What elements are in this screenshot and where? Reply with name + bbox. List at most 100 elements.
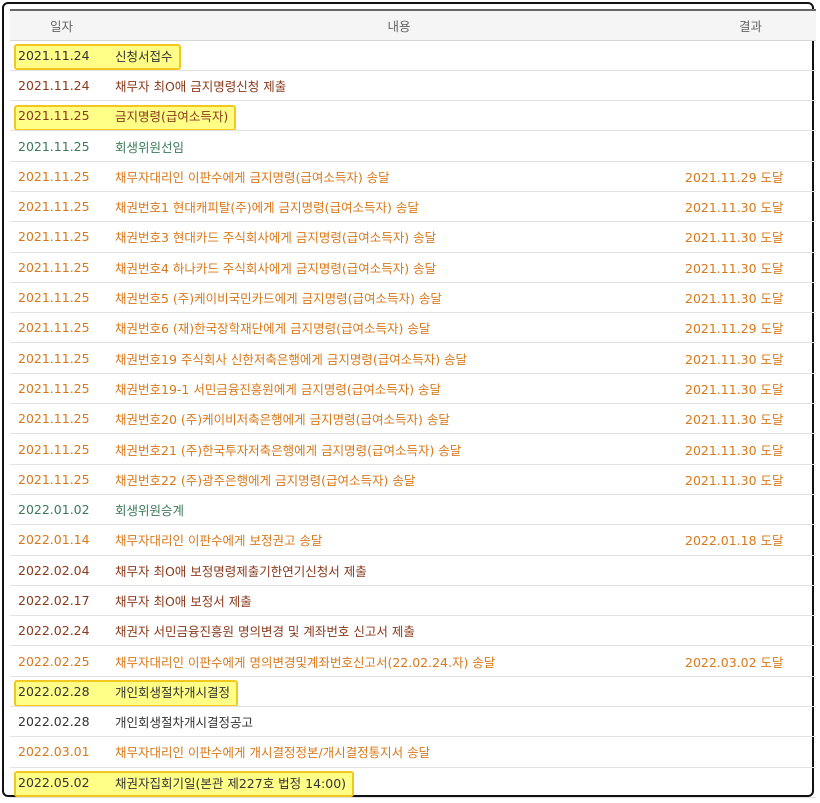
row-date: 2022.02.28: [10, 707, 113, 737]
row-content-text: 신청서접수: [115, 48, 173, 64]
row-date-text: 2021.11.25: [18, 350, 90, 366]
row-content: 회생위원선임: [113, 131, 685, 161]
row-content-text: 회생위원승계: [115, 503, 185, 519]
row-date-text: 2021.11.25: [18, 411, 90, 427]
row-content: 채권번호22 (주)광주은행에게 금지명령(급여소득자) 송달: [113, 464, 685, 494]
row-result-text: 2022.03.02 도달: [685, 654, 784, 670]
row-content: 채권번호3 현대카드 주식회사에게 금지명령(급여소득자) 송달: [113, 222, 685, 252]
row-date: 2021.11.25: [10, 282, 113, 312]
row-date: 2022.02.28: [10, 676, 113, 706]
row-date-text: 2022.02.28: [18, 714, 90, 730]
row-result: 2022.03.02 도달: [685, 646, 816, 676]
row-result: [685, 555, 816, 585]
row-date-text: 2022.03.01: [18, 744, 90, 760]
row-content-text: 채권번호4 하나카드 주식회사에게 금지명령(급여소득자) 송달: [115, 260, 437, 276]
table-row: 2021.11.25 채권번호4 하나카드 주식회사에게 금지명령(급여소득자) …: [10, 252, 816, 283]
row-date-text: 2021.11.24: [18, 47, 90, 63]
row-content: 채권자 서민금융진흥원 명의변경 및 계좌번호 신고서 제출: [113, 616, 685, 646]
row-date: 2021.11.25: [10, 252, 113, 282]
row-result-text: 2021.11.30 도달: [685, 381, 784, 397]
row-content: 채무자 최O애 보정서 제출: [113, 585, 685, 615]
row-date-text: 2021.11.24: [18, 77, 90, 93]
row-date: 2022.02.24: [10, 616, 113, 646]
row-content-text: 채권번호5 (주)케이비국민카드에게 금지명령(급여소득자) 송달: [115, 291, 442, 307]
table-row: 2021.11.24 채무자 최O애 금지명령신청 제출: [10, 70, 816, 101]
row-content: 금지명령(급여소득자): [113, 101, 685, 131]
row-content-text: 금지명령(급여소득자): [115, 109, 229, 125]
row-content-text: 채권번호19 주식회사 신한저축은행에게 금지명령(급여소득자) 송달: [115, 351, 468, 367]
row-date-text: 2022.02.24: [18, 623, 90, 639]
header-content: 내용: [113, 9, 685, 41]
row-date-text: 2021.11.25: [18, 471, 90, 487]
table-row: 2021.11.25 회생위원선임: [10, 131, 816, 162]
row-date-text: 2022.02.17: [18, 592, 90, 608]
row-date: 2021.11.25: [10, 313, 113, 343]
row-content-text: 개인회생절차개시결정공고: [115, 715, 254, 731]
row-content-text: 채무자 최O애 보정서 제출: [115, 593, 252, 609]
row-date: 2022.03.01: [10, 737, 113, 767]
row-content-text: 채권번호19-1 서민금융진흥원에게 금지명령(급여소득자) 송달: [115, 381, 442, 397]
row-content-text: 회생위원선임: [115, 139, 185, 155]
row-date: 2021.11.25: [10, 464, 113, 494]
row-result: 2021.11.30 도달: [685, 191, 816, 221]
row-content-text: 채권번호6 (재)한국장학재단에게 금지명령(급여소득자) 송달: [115, 321, 431, 337]
table-row: 2021.11.25 채권번호22 (주)광주은행에게 금지명령(급여소득자) 송…: [10, 464, 816, 495]
row-content: 채권번호19-1 서민금융진흥원에게 금지명령(급여소득자) 송달: [113, 373, 685, 403]
row-date-text: 2022.05.02: [18, 774, 90, 790]
row-date: 2022.01.14: [10, 525, 113, 555]
row-content-text: 채권번호20 (주)케이비저축은행에게 금지명령(급여소득자) 송달: [115, 412, 450, 428]
table-row: 2021.11.25 채권번호21 (주)한국투자저축은행에게 금지명령(급여소득…: [10, 434, 816, 465]
row-result: 2022.01.18 도달: [685, 525, 816, 555]
row-date: 2021.11.25: [10, 373, 113, 403]
table-row: 2022.01.14 채무자대리인 이판수에게 보정권고 송달 2022.01.18…: [10, 525, 816, 556]
row-date: 2021.11.25: [10, 191, 113, 221]
table-row: 2021.11.25 채권번호5 (주)케이비국민카드에게 금지명령(급여소득자)…: [10, 282, 816, 313]
row-result: [685, 494, 816, 524]
row-result-text: 2021.11.30 도달: [685, 442, 784, 458]
row-content-text: 채무자대리인 이판수에게 개시결정정본/개시결정통지서 송달: [115, 745, 431, 761]
row-result: [685, 737, 816, 767]
row-result: [685, 616, 816, 646]
row-content: 채권번호5 (주)케이비국민카드에게 금지명령(급여소득자) 송달: [113, 282, 685, 312]
row-result: [685, 585, 816, 615]
row-date-text: 2021.11.25: [18, 320, 90, 336]
row-result-text: 2021.11.30 도달: [685, 230, 784, 246]
row-result-text: 2021.11.30 도달: [685, 351, 784, 367]
row-date-text: 2022.02.28: [18, 683, 90, 699]
row-date-text: 2022.01.14: [18, 532, 90, 548]
row-content: 채무자대리인 이판수에게 개시결정정본/개시결정통지서 송달: [113, 737, 685, 767]
row-date: 2022.02.17: [10, 585, 113, 615]
table-row: 2022.02.28 개인회생절차개시결정공고: [10, 707, 816, 737]
row-result: [685, 676, 816, 706]
row-content: 채권번호4 하나카드 주식회사에게 금지명령(급여소득자) 송달: [113, 252, 685, 282]
row-result: [685, 767, 816, 797]
row-content-text: 개인회생절차개시결정: [115, 684, 231, 700]
row-result: 2021.11.29 도달: [685, 161, 816, 191]
header-date: 일자: [10, 9, 113, 41]
row-date: 2022.01.02: [10, 494, 113, 524]
row-content: 채무자대리인 이판수에게 보정권고 송달: [113, 525, 685, 555]
row-result: 2021.11.30 도달: [685, 464, 816, 494]
table-row: 2022.02.17 채무자 최O애 보정서 제출: [10, 585, 816, 616]
table-row: 2021.11.24 신청서접수: [10, 40, 816, 71]
case-history-panel: 일자 내용 결과 2021.11.24 신청서접수 2021.11.24 채무자 최O…: [2, 2, 816, 798]
row-content-text: 채무자 최O애 금지명령신청 제출: [115, 78, 287, 94]
row-date-text: 2021.11.25: [18, 290, 90, 306]
row-date: 2021.11.25: [10, 222, 113, 252]
row-date-text: 2022.02.04: [18, 562, 90, 578]
row-result: [685, 131, 816, 161]
row-date-text: 2021.11.25: [18, 259, 90, 275]
row-content: 채권자집회기일(본관 제227호 법정 14:00): [113, 767, 685, 797]
row-date-text: 2021.11.25: [18, 199, 90, 215]
row-content: 채무자 최O애 보정명령제출기한연기신청서 제출: [113, 555, 685, 585]
row-content-text: 채무자 최O애 보정명령제출기한연기신청서 제출: [115, 563, 367, 579]
table-row: 2022.05.02 채권자집회기일(본관 제227호 법정 14:00): [10, 767, 816, 798]
row-result: 2021.11.30 도달: [685, 343, 816, 373]
row-date: 2021.11.25: [10, 404, 113, 434]
row-content: 채권번호1 현대캐피탈(주)에게 금지명령(급여소득자) 송달: [113, 191, 685, 221]
row-content-text: 채권자집회기일(본관 제227호 법정 14:00): [115, 775, 347, 791]
row-content-text: 채무자대리인 이판수에게 명의변경및계좌번호신고서(22.02.24.자) 송달: [115, 654, 496, 670]
row-date-text: 2021.11.25: [18, 138, 90, 154]
row-content: 채권번호6 (재)한국장학재단에게 금지명령(급여소득자) 송달: [113, 313, 685, 343]
row-date: 2022.05.02: [10, 767, 113, 797]
